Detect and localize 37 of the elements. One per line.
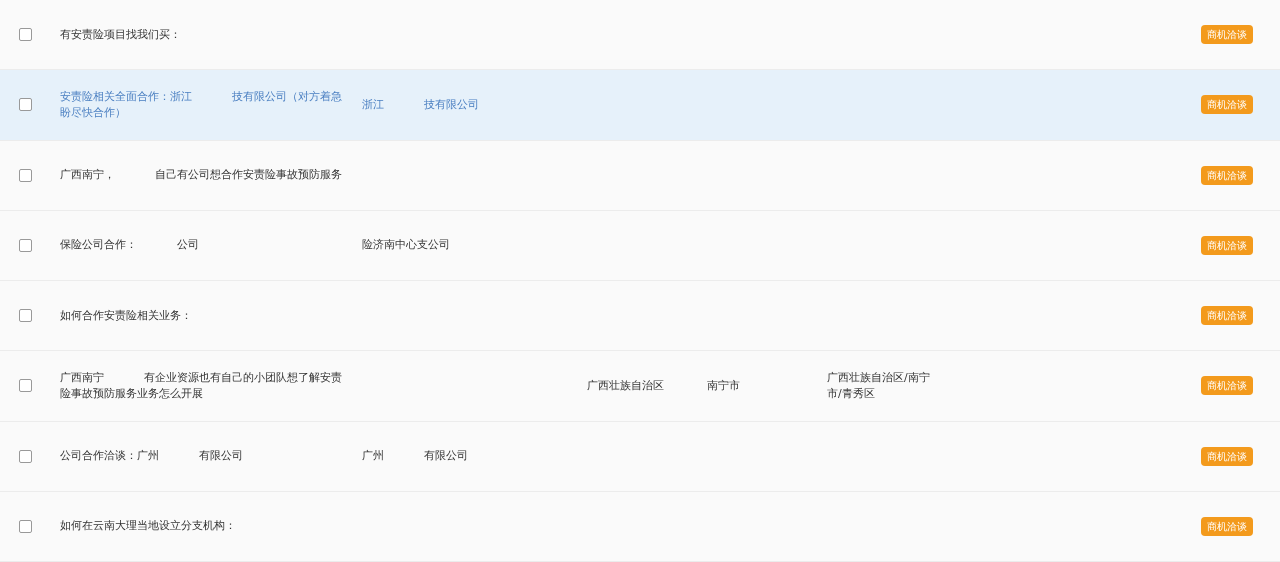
checkbox[interactable]	[19, 519, 32, 533]
list-row[interactable]: 广西南宁 有企业资源也有自己的小团队想了解安责险事故预防服务业务怎么开展 广西壮族自治区 南宁市 广西壮族自治区/南宁市/青秀区 商机洽谈	[0, 351, 1280, 422]
title-text: 如何合作安责险相关业务：	[60, 308, 192, 322]
status-tag[interactable]: 商机洽谈	[1201, 235, 1253, 255]
address-text: 广西壮族自治区/南宁市/青秀区	[827, 370, 930, 400]
list-row[interactable]: 保险公司合作： 公司 险济南中心支公司 商机洽谈	[0, 210, 1280, 281]
company-text: 浙江 技有限公司	[362, 97, 479, 111]
status-tag[interactable]: 商机洽谈	[1201, 25, 1253, 45]
list-row[interactable]: 公司合作洽谈：广州 有限公司 广州 有限公司 商机洽谈	[0, 421, 1280, 492]
status-tag[interactable]: 商机洽谈	[1201, 376, 1253, 396]
checkbox[interactable]	[19, 309, 32, 323]
title-text: 广西南宁， 自己有公司想合作安责险事故预防服务	[60, 168, 342, 182]
title-text: 如何在云南大理当地设立分支机构：	[60, 519, 236, 533]
checkbox[interactable]	[19, 168, 32, 182]
status-tag[interactable]: 商机洽谈	[1201, 165, 1253, 185]
title-text: 安责险相关全面合作：浙江 技有限公司（对方着急盼尽快合作）	[60, 89, 342, 119]
company-text: 险济南中心支公司	[362, 238, 450, 252]
title-text: 广西南宁 有企业资源也有自己的小团队想了解安责险事故预防服务业务怎么开展	[60, 370, 342, 400]
title-text: 公司合作洽谈：广州 有限公司	[60, 449, 243, 463]
list-row[interactable]: 如何在云南大理当地设立分支机构： 商机洽谈	[0, 491, 1280, 562]
title-text: 保险公司合作： 公司	[60, 238, 199, 252]
checkbox[interactable]	[19, 28, 32, 42]
company-text: 广州 有限公司	[362, 448, 468, 462]
status-tag[interactable]: 商机洽谈	[1201, 306, 1253, 326]
checkbox[interactable]	[19, 238, 32, 252]
checkbox[interactable]	[19, 449, 32, 463]
checkbox[interactable]	[19, 379, 32, 393]
list-row[interactable]: 安责险相关全面合作：浙江 技有限公司（对方着急盼尽快合作） 浙江 技有限公司 商机洽谈	[0, 70, 1280, 141]
city-text: 南宁市	[707, 378, 740, 392]
title-text: 有安责险项目找我们买：	[60, 27, 181, 41]
status-tag[interactable]: 商机洽谈	[1201, 516, 1253, 536]
status-tag[interactable]: 商机洽谈	[1201, 95, 1253, 115]
status-tag[interactable]: 商机洽谈	[1201, 446, 1253, 466]
province-text: 广西壮族自治区	[587, 378, 664, 392]
checkbox[interactable]	[19, 98, 32, 112]
list-row[interactable]: 如何合作安责险相关业务： 商机洽谈	[0, 281, 1280, 352]
list-row[interactable]: 广西南宁， 自己有公司想合作安责险事故预防服务 商机洽谈	[0, 140, 1280, 211]
